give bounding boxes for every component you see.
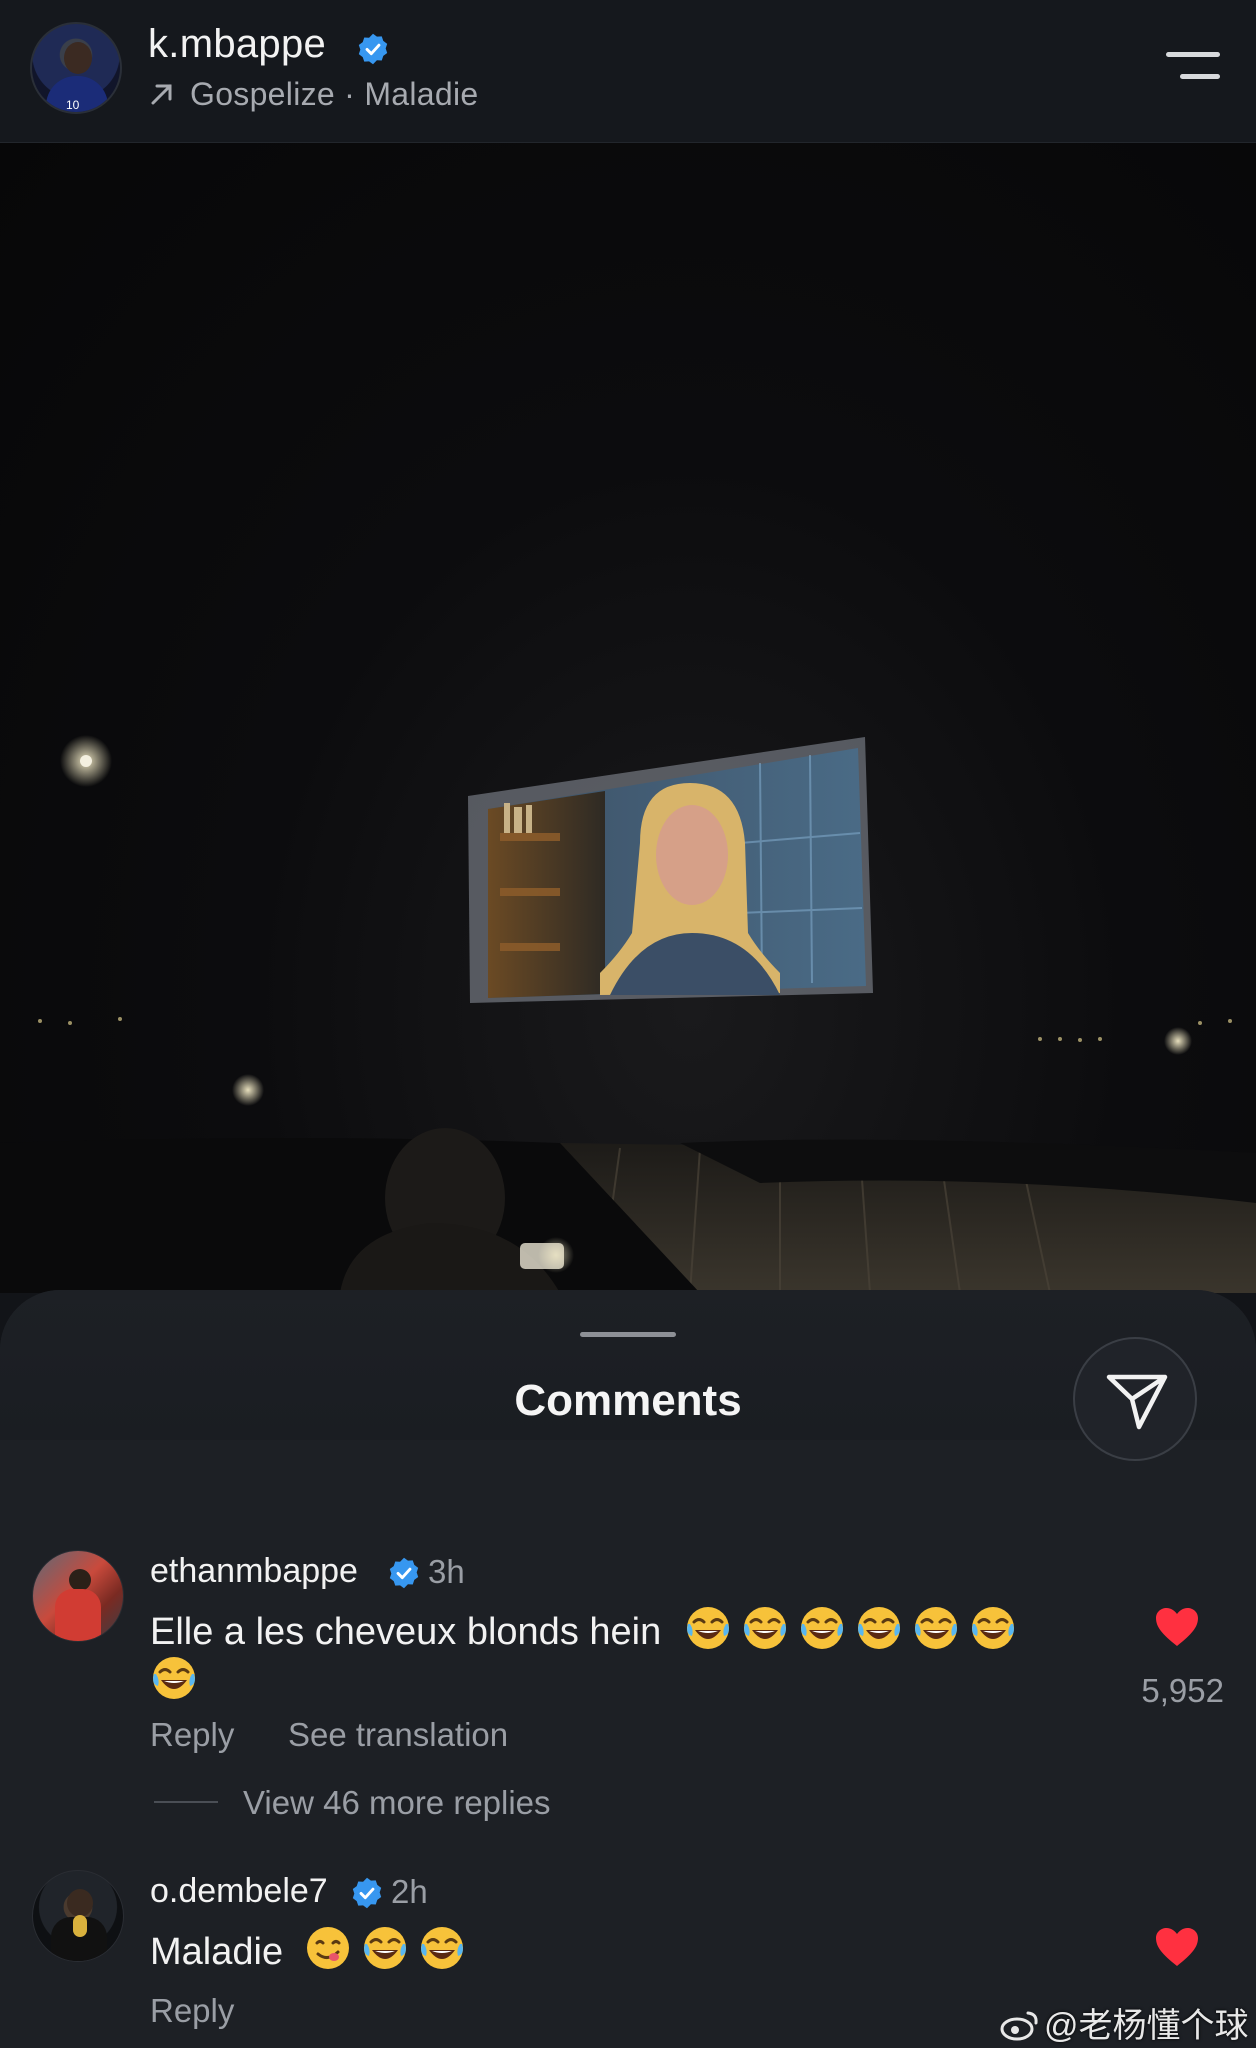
heart-icon[interactable] xyxy=(1154,1606,1200,1648)
comment-text: Elle a les cheveux blonds hein xyxy=(150,1604,1070,1704)
avatar-figure-head xyxy=(67,1889,93,1917)
comments-title: Comments xyxy=(514,1376,742,1425)
view-more-replies-button[interactable]: View 46 more replies xyxy=(243,1784,551,1822)
laughing-emoji-icon xyxy=(361,1924,409,1972)
sheet-grabber[interactable] xyxy=(580,1332,676,1337)
laughing-emoji-icon xyxy=(798,1604,846,1652)
post-username[interactable]: k.mbappe xyxy=(148,22,326,67)
comment-avatar-dembele[interactable] xyxy=(32,1870,124,1962)
laughing-emoji-icon xyxy=(418,1924,466,1972)
heart-icon[interactable] xyxy=(1154,1926,1200,1968)
night-screening-scene xyxy=(0,735,1256,1293)
laughing-emoji-icon xyxy=(741,1604,789,1652)
share-button[interactable] xyxy=(1073,1337,1197,1461)
audio-label: Gospelize · Maladie xyxy=(190,76,479,112)
weibo-icon xyxy=(1000,2011,1038,2041)
profile-avatar[interactable]: 10 xyxy=(30,22,122,114)
comment-like-count: 5,952 xyxy=(1141,1672,1224,1709)
laughing-emoji-icon xyxy=(150,1654,198,1702)
comment-timestamp: 2h xyxy=(391,1873,428,1910)
comment-timestamp: 3h xyxy=(428,1553,465,1590)
reply-button[interactable]: Reply xyxy=(150,1716,234,1754)
weibo-watermark: @老杨懂个球 xyxy=(1000,1998,1249,2047)
laughing-emoji-icon xyxy=(684,1604,732,1652)
share-icon xyxy=(1106,1374,1168,1430)
menu-line-bottom xyxy=(1180,74,1220,79)
reply-button[interactable]: Reply xyxy=(150,1992,234,2030)
comments-sheet-header: Comments xyxy=(0,1290,1256,1440)
see-translation-button[interactable]: See translation xyxy=(288,1716,508,1754)
comment-username[interactable]: o.dembele7 xyxy=(150,1872,328,1911)
menu-line-top xyxy=(1166,52,1220,57)
avatar-figure-body xyxy=(55,1589,101,1641)
comment-username[interactable]: ethanmbappe xyxy=(150,1552,358,1591)
post-audio-line[interactable]: Gospelize · Maladie xyxy=(148,76,479,113)
post-header: 10 k.mbappe Gospelize · Maladie xyxy=(0,0,1256,143)
comment-avatar-ethanmbappe[interactable] xyxy=(32,1550,124,1642)
laughing-emoji-icon xyxy=(912,1604,960,1652)
laughing-emoji-icon xyxy=(969,1604,1017,1652)
comment-text: Maladie xyxy=(150,1924,950,1974)
verified-badge-icon xyxy=(389,1557,419,1589)
arrow-up-right-icon xyxy=(151,84,172,105)
yum-emoji-icon xyxy=(304,1924,352,1972)
avatar-figure-head xyxy=(69,1569,91,1591)
verified-badge-icon xyxy=(352,1877,382,1909)
replies-divider xyxy=(154,1801,218,1803)
verified-badge-icon xyxy=(358,33,388,65)
comment-body: Elle a les cheveux blonds hein xyxy=(150,1611,662,1653)
avatar-head xyxy=(64,42,92,74)
post-photo[interactable] xyxy=(0,143,1256,1293)
comment-body: Maladie xyxy=(150,1931,284,1973)
watermark-text: @老杨懂个球 xyxy=(1044,2007,1249,2045)
avatar-jersey-number: 10 xyxy=(66,98,80,112)
menu-icon[interactable] xyxy=(1162,48,1222,88)
laughing-emoji-icon xyxy=(855,1604,903,1652)
avatar-trophy xyxy=(73,1915,87,1937)
